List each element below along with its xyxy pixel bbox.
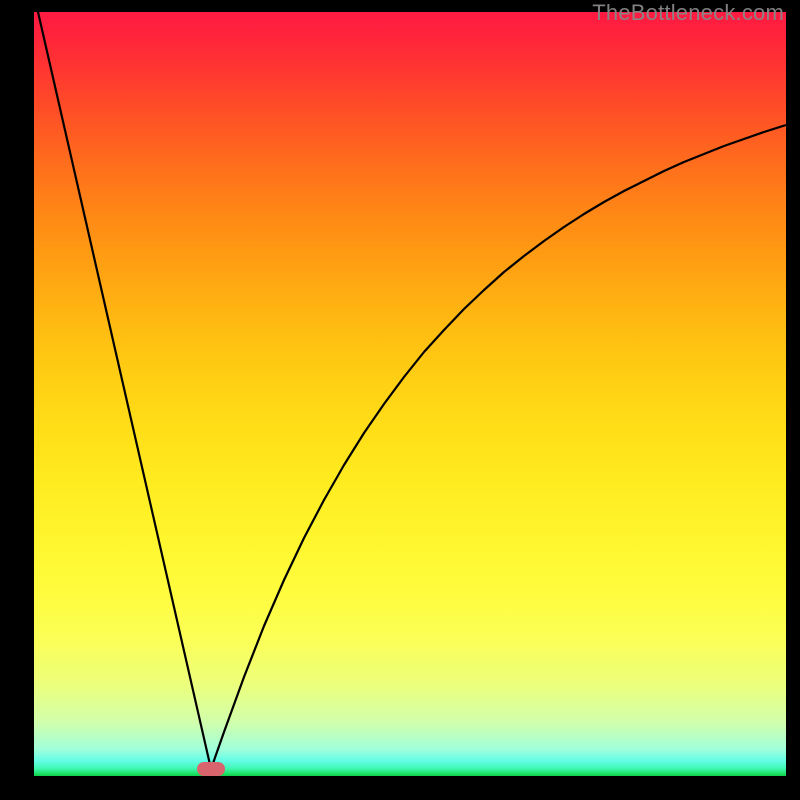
curve-layer [34,12,786,776]
plot-area [34,12,786,776]
minimum-marker [197,762,225,776]
watermark-text: TheBottleneck.com [592,0,784,26]
bottleneck-curve [38,12,786,769]
chart-frame: TheBottleneck.com [0,0,800,800]
